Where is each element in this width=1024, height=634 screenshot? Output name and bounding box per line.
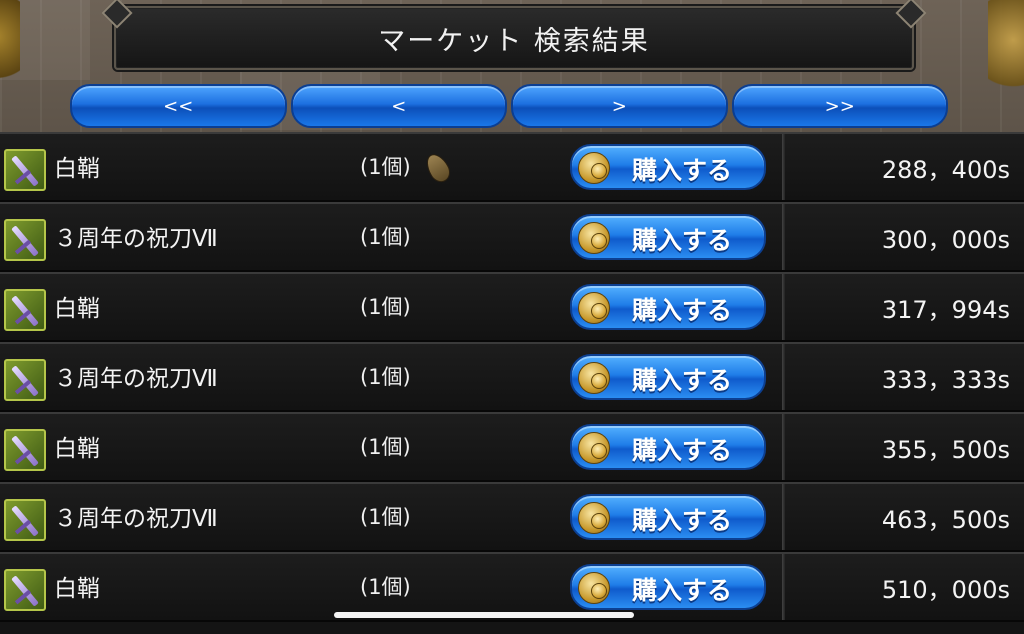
pagination: << < > >>: [70, 84, 948, 128]
item-name: 白鞘: [54, 296, 100, 322]
column-divider: [782, 554, 785, 620]
item-quantity: (1個): [360, 295, 411, 319]
column-divider: [782, 414, 785, 480]
coin-icon: [578, 222, 610, 254]
item-quantity: (1個): [360, 155, 411, 179]
buy-button[interactable]: 購入する: [570, 284, 766, 330]
coin-icon: [578, 432, 610, 464]
first-page-button[interactable]: <<: [70, 84, 287, 128]
result-row: ３周年の祝刀Ⅶ (1個) 購入する 333，333s: [0, 342, 1024, 412]
sword-icon: [4, 499, 46, 541]
column-divider: [782, 484, 785, 550]
page-title-text: マーケット 検索結果: [378, 25, 650, 57]
result-row: 白鞘 (1個) 購入する 288，400s: [0, 132, 1024, 202]
item-quantity: (1個): [360, 435, 411, 459]
coin-icon: [578, 362, 610, 394]
buy-button-label: 購入する: [632, 296, 733, 325]
coin-icon: [578, 292, 610, 324]
last-page-button[interactable]: >>: [731, 84, 948, 128]
result-row: ３周年の祝刀Ⅶ (1個) 購入する 300，000s: [0, 202, 1024, 272]
item-price: 355，500s: [881, 436, 1010, 464]
buy-button[interactable]: 購入する: [570, 214, 766, 260]
prev-page-button[interactable]: <: [290, 84, 507, 128]
buy-button-label: 購入する: [632, 576, 733, 605]
buy-button-label: 購入する: [632, 226, 733, 255]
item-name: ３周年の祝刀Ⅶ: [54, 366, 218, 392]
buy-button-label: 購入する: [632, 506, 733, 535]
item-name: ３周年の祝刀Ⅶ: [54, 506, 218, 532]
sword-icon: [4, 149, 46, 191]
sword-icon: [4, 219, 46, 261]
result-row: 白鞘 (1個) 購入する 317，994s: [0, 272, 1024, 342]
search-results-list: 白鞘 (1個) 購入する 288，400s ３周年の祝刀Ⅶ (1個) 購入する …: [0, 132, 1024, 634]
item-price: 333，333s: [881, 366, 1010, 394]
buy-button-label: 購入する: [632, 366, 733, 395]
item-price: 288，400s: [881, 156, 1010, 184]
result-row: 白鞘 (1個) 購入する 355，500s: [0, 412, 1024, 482]
buy-button[interactable]: 購入する: [570, 494, 766, 540]
coin-icon: [578, 152, 610, 184]
sword-icon: [4, 569, 46, 611]
next-page-button[interactable]: >: [511, 84, 728, 128]
sword-icon: [4, 289, 46, 331]
item-name: 白鞘: [54, 436, 100, 462]
page-title: マーケット 検索結果: [114, 6, 914, 70]
item-quantity: (1個): [360, 575, 411, 599]
item-price: 510，000s: [881, 576, 1010, 604]
item-name: ３周年の祝刀Ⅶ: [54, 226, 218, 252]
column-divider: [782, 274, 785, 340]
coin-icon: [578, 502, 610, 534]
result-row: ３周年の祝刀Ⅶ (1個) 購入する 463，500s: [0, 482, 1024, 552]
coin-icon: [578, 572, 610, 604]
item-quantity: (1個): [360, 505, 411, 529]
column-divider: [782, 134, 785, 200]
column-divider: [782, 204, 785, 270]
item-price: 463，500s: [881, 506, 1010, 534]
home-indicator[interactable]: [334, 612, 634, 618]
item-name: 白鞘: [54, 156, 100, 182]
seed-icon: [421, 150, 455, 186]
sword-icon: [4, 429, 46, 471]
buy-button-label: 購入する: [632, 436, 733, 465]
item-name: 白鞘: [54, 576, 100, 602]
buy-button-label: 購入する: [632, 156, 733, 185]
buy-button[interactable]: 購入する: [570, 144, 766, 190]
item-quantity: (1個): [360, 365, 411, 389]
buy-button[interactable]: 購入する: [570, 564, 766, 610]
item-quantity: (1個): [360, 225, 411, 249]
crest-ornament-right: [988, 0, 1024, 100]
item-price: 317，994s: [881, 296, 1010, 324]
buy-button[interactable]: 購入する: [570, 424, 766, 470]
buy-button[interactable]: 購入する: [570, 354, 766, 400]
crest-ornament-left: [0, 0, 20, 90]
column-divider: [782, 344, 785, 410]
item-price: 300，000s: [881, 226, 1010, 254]
sword-icon: [4, 359, 46, 401]
